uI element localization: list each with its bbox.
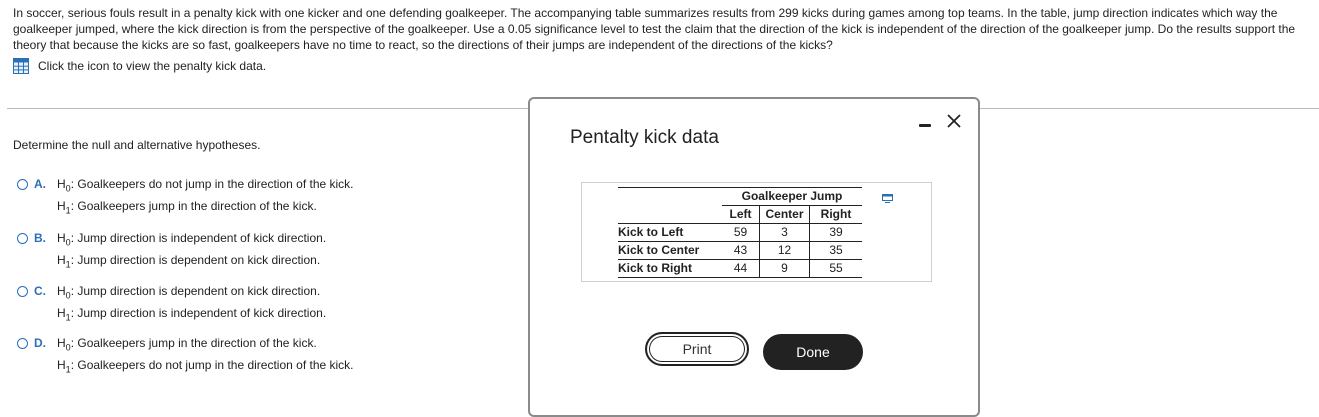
h1-line: H1: Goalkeepers jump in the direction of… <box>57 199 317 216</box>
group-header: Goalkeeper Jump <box>722 187 862 206</box>
choice-letter: C. <box>34 284 46 298</box>
question-prompt: Determine the null and alternative hypot… <box>13 138 261 152</box>
h0-line: H0: Jump direction is dependent on kick … <box>57 284 321 301</box>
h0-line: H0: Goalkeepers jump in the direction of… <box>57 336 317 353</box>
table-cell: 9 <box>759 259 810 278</box>
row-header: Kick to Center <box>618 241 722 260</box>
minimize-icon[interactable] <box>919 124 931 127</box>
column-header: Left <box>722 205 760 224</box>
radio-c[interactable] <box>17 286 28 297</box>
choice-letter: B. <box>34 231 46 245</box>
penalty-data-dialog: Pentalty kick data Goalkeeper Jump Left … <box>528 97 980 417</box>
h1-line: H1: Goalkeepers do not jump in the direc… <box>57 358 354 375</box>
table-cell: 59 <box>722 223 760 242</box>
penalty-data-link[interactable]: Click the icon to view the penalty kick … <box>13 58 266 74</box>
table-cell: 44 <box>722 259 760 278</box>
table-cell: 3 <box>759 223 810 242</box>
h0-line: H0: Jump direction is independent of kic… <box>57 231 327 248</box>
done-button[interactable]: Done <box>763 334 863 370</box>
choice-letter: A. <box>34 177 46 191</box>
table-row: Kick to Center 43 12 35 <box>618 241 862 260</box>
dialog-title: Pentalty kick data <box>570 127 719 148</box>
h1-line: H1: Jump direction is independent of kic… <box>57 306 327 323</box>
table-row: Kick to Right 44 9 55 <box>618 259 862 278</box>
row-header: Kick to Right <box>618 259 722 278</box>
h1-line: H1: Jump direction is dependent on kick … <box>57 253 321 270</box>
table-icon[interactable] <box>13 58 29 74</box>
table-cell: 39 <box>809 223 862 242</box>
penalty-data-table: Goalkeeper Jump Left Center Right Kick t… <box>618 187 862 278</box>
close-icon[interactable] <box>945 112 963 130</box>
row-header: Kick to Left <box>618 223 722 242</box>
table-row: Kick to Left 59 3 39 <box>618 223 862 242</box>
column-header: Center <box>759 205 810 224</box>
radio-b[interactable] <box>17 233 28 244</box>
radio-a[interactable] <box>17 179 28 190</box>
choice-letter: D. <box>34 336 46 350</box>
table-cell: 55 <box>809 259 862 278</box>
table-cell: 35 <box>809 241 862 260</box>
table-cell: 12 <box>759 241 810 260</box>
radio-d[interactable] <box>17 338 28 349</box>
penalty-data-table-container: Goalkeeper Jump Left Center Right Kick t… <box>581 182 932 282</box>
table-cell: 43 <box>722 241 760 260</box>
h0-line: H0: Goalkeepers do not jump in the direc… <box>57 177 354 194</box>
copy-icon[interactable] <box>882 194 893 203</box>
problem-statement: In soccer, serious fouls result in a pen… <box>13 6 1296 52</box>
print-button[interactable]: Print <box>645 332 749 366</box>
data-link-text[interactable]: Click the icon to view the penalty kick … <box>38 59 266 73</box>
column-header: Right <box>809 205 862 224</box>
